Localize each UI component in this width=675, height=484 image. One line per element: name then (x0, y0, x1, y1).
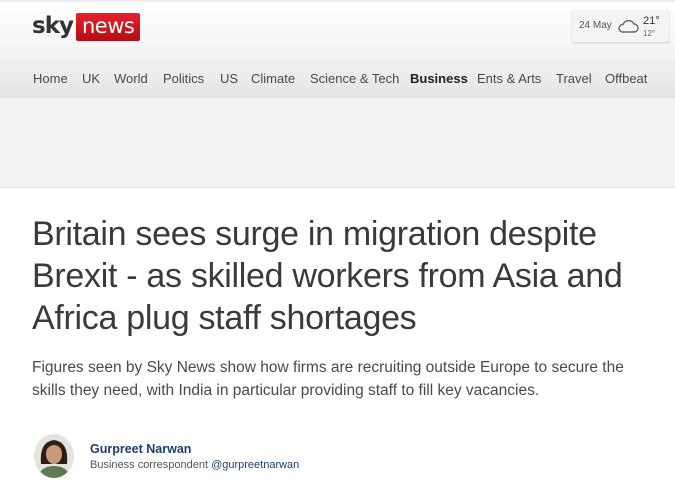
cloud-icon (617, 18, 639, 39)
weather-date: 24 May (579, 20, 612, 31)
logo-news-badge: news (75, 13, 141, 41)
ad-banner-area (0, 98, 675, 188)
nav-item-business[interactable]: Business (410, 71, 468, 86)
author-twitter-handle[interactable]: @gurpreetnarwan (211, 459, 299, 471)
nav-item-politics[interactable]: Politics (163, 71, 204, 86)
weather-low-temp: 12° (643, 29, 656, 38)
article-headline: Britain sees surge in migration despite … (32, 215, 623, 337)
nav-item-ents-arts[interactable]: Ents & Arts (477, 71, 541, 86)
nav-item-world[interactable]: World (114, 71, 148, 86)
nav-item-home[interactable]: Home (33, 71, 68, 86)
weather-high-temp: 21° (643, 15, 660, 27)
author-role: Business correspondent (90, 459, 209, 471)
nav-item-offbeat[interactable]: Offbeat (605, 71, 647, 86)
sky-news-logo[interactable]: sky news (32, 12, 141, 42)
logo-sky-text: sky (32, 13, 74, 39)
site-header: sky news 24 May 21° 12° Home UK World Po… (0, 0, 675, 100)
nav-item-travel[interactable]: Travel (556, 71, 592, 86)
author-byline: Business correspondent @gurpreetnarwan (90, 459, 299, 471)
weather-widget[interactable]: 24 May 21° 12° (572, 10, 669, 42)
author-name-link[interactable]: Gurpreet Narwan (90, 442, 191, 456)
nav-item-us[interactable]: US (220, 71, 238, 86)
article-standfirst: Figures seen by Sky News show how firms … (32, 359, 624, 399)
nav-item-climate[interactable]: Climate (251, 71, 295, 86)
nav-item-science-tech[interactable]: Science & Tech (310, 71, 399, 86)
author-avatar[interactable] (34, 434, 74, 478)
nav-item-uk[interactable]: UK (82, 71, 100, 86)
